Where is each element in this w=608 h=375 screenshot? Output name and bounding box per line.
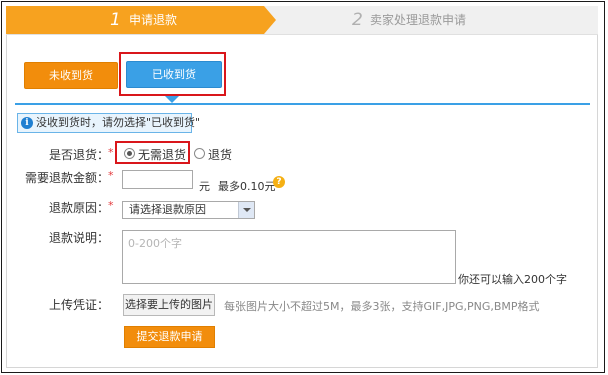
required-mark: * xyxy=(108,199,114,212)
warning-tip: i 没收到货时，请勿选择"已收到货" xyxy=(17,113,200,133)
max-amount-hint: 最多0.10元 xyxy=(218,180,276,193)
refund-reason-select[interactable]: 请选择退款原因 xyxy=(122,201,255,219)
refund-reason-label: 退款原因： xyxy=(49,201,110,215)
refund-amount-input[interactable] xyxy=(123,171,192,188)
upload-hint: 每张图片大小不超过5M，最多3张，支持GIF,JPG,PNG,BMP格式 xyxy=(224,300,540,313)
step-2-label: 卖家处理退款申请 xyxy=(370,13,467,27)
progress-steps: 1 申请退款 2 卖家处理退款申请 xyxy=(6,6,598,35)
selected-pointer-arrow xyxy=(165,96,179,103)
received-highlight-box xyxy=(119,52,226,96)
not-received-button[interactable]: 未收到货 xyxy=(24,62,118,89)
no-return-highlight-box xyxy=(115,141,190,164)
refund-note-label: 退款说明： xyxy=(49,231,110,245)
currency-unit: 元 xyxy=(199,180,210,193)
refund-reason-selected: 请选择退款原因 xyxy=(129,203,206,216)
tip-text: 没收到货时，请勿选择"已收到货" xyxy=(36,116,201,129)
upload-label: 上传凭证： xyxy=(49,298,110,312)
return-radio[interactable] xyxy=(194,148,205,159)
required-mark: * xyxy=(108,169,114,182)
choose-image-button[interactable]: 选择要上传的图片 xyxy=(123,294,215,316)
info-icon: i xyxy=(21,117,33,129)
submit-refund-button[interactable]: 提交退款申请 xyxy=(124,326,215,348)
refund-note-textarea[interactable] xyxy=(123,231,455,283)
section-divider xyxy=(15,103,590,105)
chevron-down-icon[interactable] xyxy=(238,202,254,218)
step-1-label: 申请退款 xyxy=(129,13,178,27)
step-1-arrow xyxy=(264,6,276,34)
return-goods-label: 是否退货： xyxy=(49,148,110,162)
refund-amount-field[interactable] xyxy=(122,170,193,189)
question-icon[interactable]: ? xyxy=(273,176,285,188)
step-1-number: 1 xyxy=(110,10,121,30)
refund-note-field[interactable] xyxy=(122,230,456,284)
step-1-active: 1 申请退款 xyxy=(6,6,264,34)
step-2-number: 2 xyxy=(352,10,363,30)
refund-amount-label: 需要退款金额： xyxy=(25,171,110,185)
required-mark: * xyxy=(108,146,114,159)
return-label[interactable]: 退货 xyxy=(208,146,232,163)
remaining-chars-hint: 你还可以输入200个字 xyxy=(458,273,567,286)
